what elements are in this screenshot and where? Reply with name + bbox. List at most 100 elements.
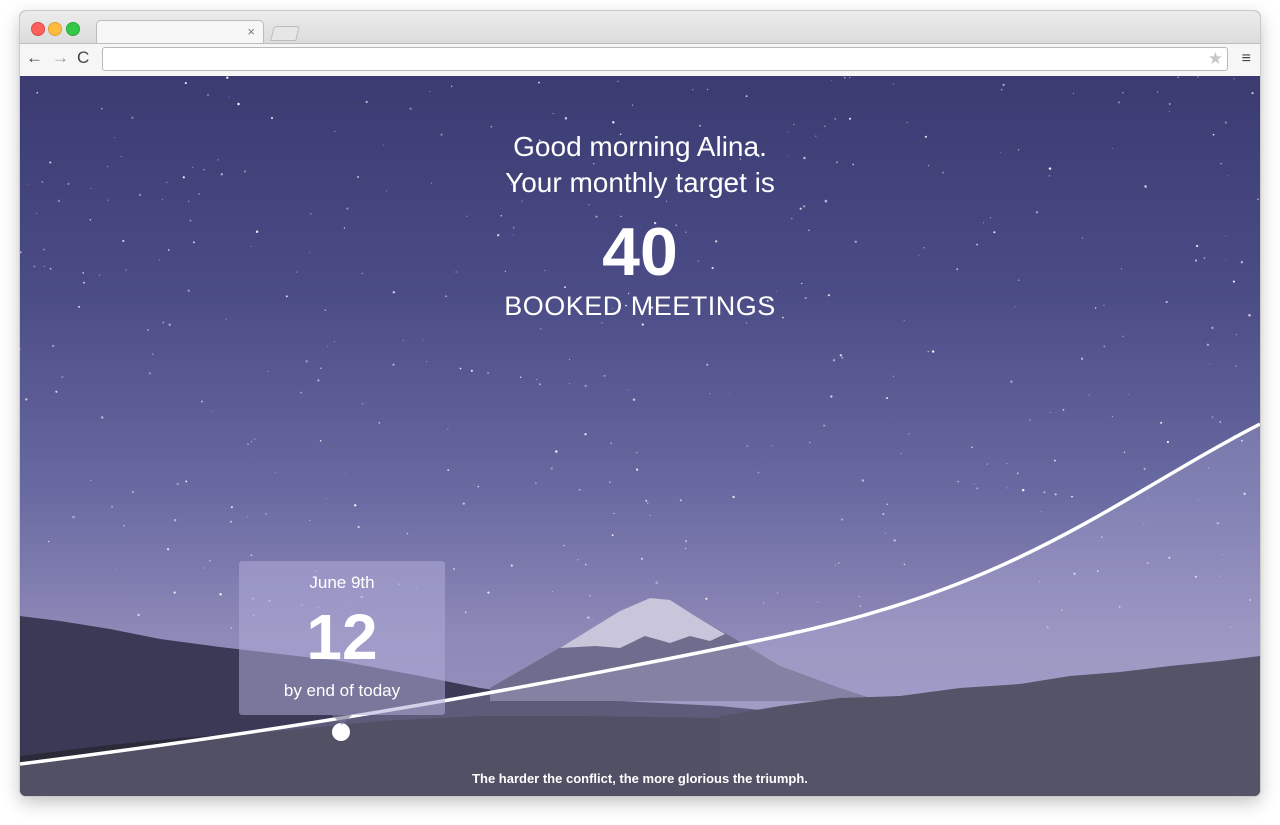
star	[173, 518, 177, 522]
close-icon[interactable]: ×	[247, 24, 255, 39]
star	[354, 504, 357, 507]
bookmark-star-icon[interactable]: ★	[1208, 48, 1223, 69]
star	[746, 445, 749, 447]
star	[1073, 92, 1075, 94]
star	[176, 482, 179, 486]
address-bar[interactable]: ★	[102, 47, 1228, 71]
star	[732, 495, 735, 499]
star	[406, 532, 409, 535]
star	[123, 525, 125, 527]
star	[36, 91, 39, 94]
star	[55, 390, 58, 393]
star	[237, 102, 240, 106]
star	[519, 376, 522, 378]
star	[886, 397, 888, 400]
star	[603, 374, 606, 377]
star	[610, 442, 612, 445]
minimize-window-button[interactable]	[48, 22, 62, 36]
star	[327, 345, 328, 347]
star	[858, 595, 860, 597]
star	[729, 392, 731, 394]
menu-icon[interactable]: ≡	[1242, 49, 1251, 69]
star	[536, 378, 538, 381]
star	[577, 559, 579, 561]
star	[973, 482, 976, 485]
star	[613, 512, 615, 515]
star	[579, 489, 581, 491]
star	[230, 627, 233, 629]
star	[611, 534, 614, 537]
star	[617, 80, 619, 82]
star	[636, 452, 638, 454]
star	[402, 339, 405, 342]
star	[849, 117, 851, 120]
star	[1002, 83, 1005, 86]
star	[250, 441, 253, 443]
reload-icon[interactable]: C	[77, 48, 89, 68]
star	[1209, 363, 1211, 365]
star	[267, 370, 269, 373]
star	[203, 567, 206, 569]
star	[538, 81, 540, 84]
star	[228, 96, 230, 98]
star	[832, 359, 836, 362]
star	[115, 568, 117, 570]
star	[429, 90, 431, 92]
star	[1233, 78, 1235, 80]
star	[692, 89, 694, 91]
new-tab-button[interactable]	[270, 26, 300, 41]
star	[830, 395, 833, 398]
star	[1159, 421, 1163, 424]
star	[550, 467, 553, 470]
star	[927, 350, 929, 353]
star	[635, 468, 639, 471]
star	[699, 124, 701, 127]
star	[25, 398, 28, 401]
star	[1071, 495, 1073, 498]
zoom-window-button[interactable]	[66, 22, 80, 36]
star	[840, 518, 844, 521]
star	[1021, 488, 1025, 492]
star	[247, 516, 249, 518]
star	[229, 520, 232, 523]
star	[834, 564, 836, 566]
star	[409, 107, 412, 110]
star	[201, 400, 203, 403]
today-marker[interactable]	[332, 723, 350, 741]
star	[1000, 88, 1003, 91]
star	[325, 498, 327, 499]
forward-icon[interactable]: →	[52, 48, 69, 68]
star	[823, 125, 826, 128]
star	[793, 123, 795, 126]
star	[101, 416, 104, 419]
star	[1168, 110, 1170, 112]
star	[300, 391, 303, 394]
star	[1040, 511, 1042, 512]
star	[587, 616, 590, 619]
star	[986, 463, 988, 465]
star	[647, 502, 649, 504]
star	[882, 512, 885, 516]
star	[422, 339, 424, 341]
star	[1156, 91, 1159, 93]
star	[771, 445, 773, 447]
star	[745, 95, 748, 97]
star	[569, 383, 570, 385]
greeting: Good morning Alina. Your monthly target …	[20, 129, 1260, 201]
url-input[interactable]	[109, 50, 1203, 69]
star	[555, 450, 558, 453]
browser-tab[interactable]: ×	[96, 20, 264, 45]
star	[584, 433, 587, 436]
close-window-button[interactable]	[31, 22, 45, 36]
star	[563, 544, 566, 547]
star	[464, 611, 467, 613]
back-icon[interactable]: ←	[26, 48, 43, 68]
star	[305, 360, 308, 363]
star	[1117, 101, 1120, 104]
star	[776, 592, 779, 594]
star	[834, 118, 837, 120]
star	[705, 597, 708, 600]
star	[452, 567, 456, 571]
star	[631, 104, 634, 106]
star	[333, 341, 335, 342]
